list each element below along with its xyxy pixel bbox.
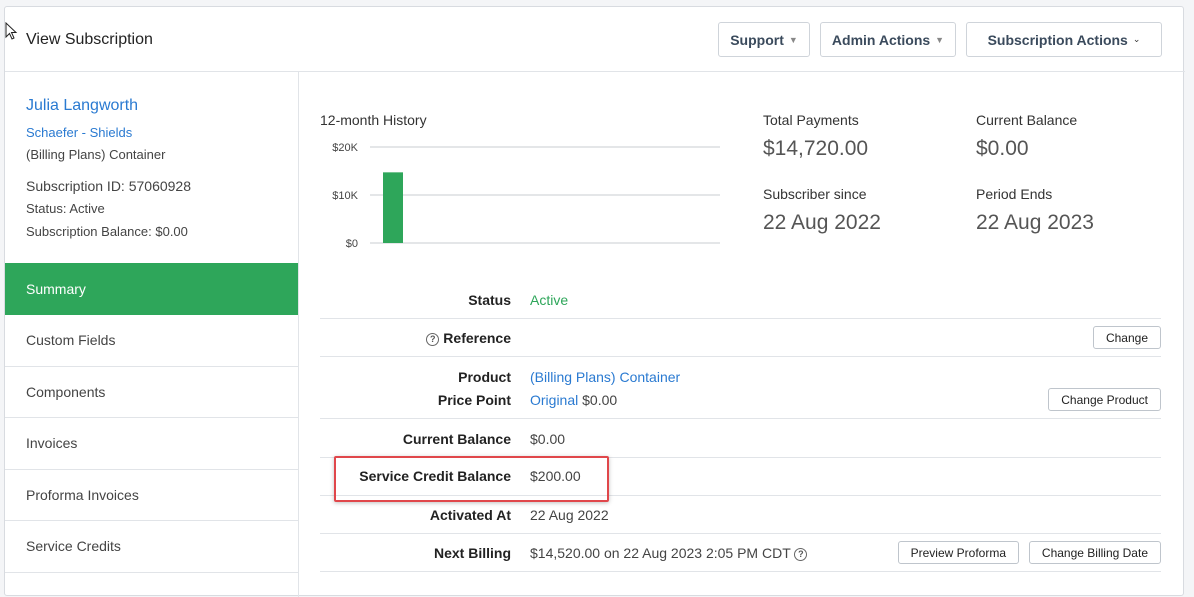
admin-actions-label: Admin Actions xyxy=(831,31,931,48)
reference-row: ? Reference Change xyxy=(320,319,1161,357)
main-content: 12-month History $20K $10K $0 Total Paymen… xyxy=(299,72,1185,597)
preview-proforma-button[interactable]: Preview Proforma xyxy=(897,541,1019,564)
status-value: Active xyxy=(530,292,569,308)
history-bar[interactable] xyxy=(383,172,403,243)
page-header: View Subscription Support ▼ Admin Action… xyxy=(5,7,1185,72)
y-tick-label: $10K xyxy=(332,190,358,202)
current-balance-row-label: Current Balance xyxy=(402,431,511,447)
subscription-balance: Subscription Balance: $0.00 xyxy=(26,224,188,239)
product-row: Product (Billing Plans) Container Price … xyxy=(320,357,1161,419)
reference-label-wrap: ? Reference xyxy=(426,330,511,346)
status-row: Status Active xyxy=(320,282,1161,319)
nav-item-components[interactable]: Components xyxy=(5,367,298,418)
nav-item-proforma-invoices[interactable]: Proforma Invoices xyxy=(5,470,298,521)
history-chart-title: 12-month History xyxy=(320,112,427,128)
period-ends-value: 22 Aug 2023 xyxy=(976,211,1094,234)
help-icon[interactable]: ? xyxy=(794,548,808,561)
current-balance-label: Current Balance xyxy=(976,112,1078,128)
price-point-amount: $0.00 xyxy=(582,392,618,408)
current-balance-row-value: $0.00 xyxy=(530,431,566,447)
reference-label: Reference xyxy=(443,330,511,346)
next-billing-value: $14,520.00 on 22 Aug 2023 2:05 PM CDT xyxy=(530,545,791,561)
subscription-status: Status: Active xyxy=(26,201,105,216)
chevron-down-icon: ⌄ xyxy=(1132,34,1141,44)
nav-item-summary[interactable]: Summary xyxy=(5,263,298,315)
next-billing-row: Next Billing $14,520.00 on 22 Aug 2023 2… xyxy=(320,534,1161,572)
product-name: (Billing Plans) Container xyxy=(26,147,166,162)
current-balance-row: Current Balance $0.00 xyxy=(320,419,1161,458)
sidebar-nav: Summary Custom Fields Components Invoice… xyxy=(5,263,298,573)
support-button-label: Support xyxy=(730,31,784,48)
total-payments-label: Total Payments xyxy=(763,112,859,128)
mouse-cursor-icon xyxy=(5,22,18,40)
next-billing-label: Next Billing xyxy=(433,545,511,561)
subscriber-since-label: Subscriber since xyxy=(763,186,867,202)
status-label: Status xyxy=(468,292,511,308)
history-chart: $20K $10K $0 xyxy=(332,142,720,250)
chevron-down-icon: ▼ xyxy=(935,34,945,45)
price-point-label: Price Point xyxy=(437,392,511,408)
admin-actions-button[interactable]: Admin Actions ▼ xyxy=(820,22,956,57)
y-tick-label: $20K xyxy=(332,142,358,154)
y-tick-label: $0 xyxy=(346,238,358,250)
subscription-panel: View Subscription Support ▼ Admin Action… xyxy=(4,6,1185,597)
nav-item-custom-fields[interactable]: Custom Fields xyxy=(5,315,298,367)
sidebar: Julia Langworth Schaefer - Shields (Bill… xyxy=(5,72,299,597)
page-title: View Subscription xyxy=(26,31,153,48)
price-point-value: Original $0.00 xyxy=(530,392,617,408)
chevron-down-icon: ▼ xyxy=(788,34,798,45)
help-icon[interactable]: ? xyxy=(426,333,440,346)
nav-item-service-credits[interactable]: Service Credits xyxy=(5,521,298,573)
nav-item-invoices[interactable]: Invoices xyxy=(5,418,298,470)
change-billing-date-button[interactable]: Change Billing Date xyxy=(1028,541,1161,564)
support-button[interactable]: Support ▼ xyxy=(718,22,810,57)
product-link[interactable]: (Billing Plans) Container xyxy=(530,369,680,385)
total-payments-value: $14,720.00 xyxy=(763,137,869,160)
subscription-actions-label: Subscription Actions xyxy=(987,31,1128,48)
price-point-link[interactable]: Original xyxy=(530,392,578,408)
current-balance-value: $0.00 xyxy=(976,137,1029,160)
highlight-box xyxy=(334,456,609,502)
organization-link[interactable]: Schaefer - Shields xyxy=(26,125,132,140)
customer-name-link[interactable]: Julia Langworth xyxy=(26,97,138,115)
subscription-id: Subscription ID: 57060928 xyxy=(26,178,191,194)
change-product-button[interactable]: Change Product xyxy=(1048,388,1161,411)
period-ends-label: Period Ends xyxy=(976,186,1053,202)
subscriber-since-value: 22 Aug 2022 xyxy=(763,211,881,234)
change-reference-button[interactable]: Change xyxy=(1092,326,1161,349)
activated-value: 22 Aug 2022 xyxy=(530,507,609,523)
product-label: Product xyxy=(458,369,511,385)
activated-label: Activated At xyxy=(429,507,511,523)
next-billing-value-wrap: $14,520.00 on 22 Aug 2023 2:05 PM CDT ? xyxy=(530,545,811,561)
subscription-actions-button[interactable]: Subscription Actions ⌄ xyxy=(966,22,1162,57)
